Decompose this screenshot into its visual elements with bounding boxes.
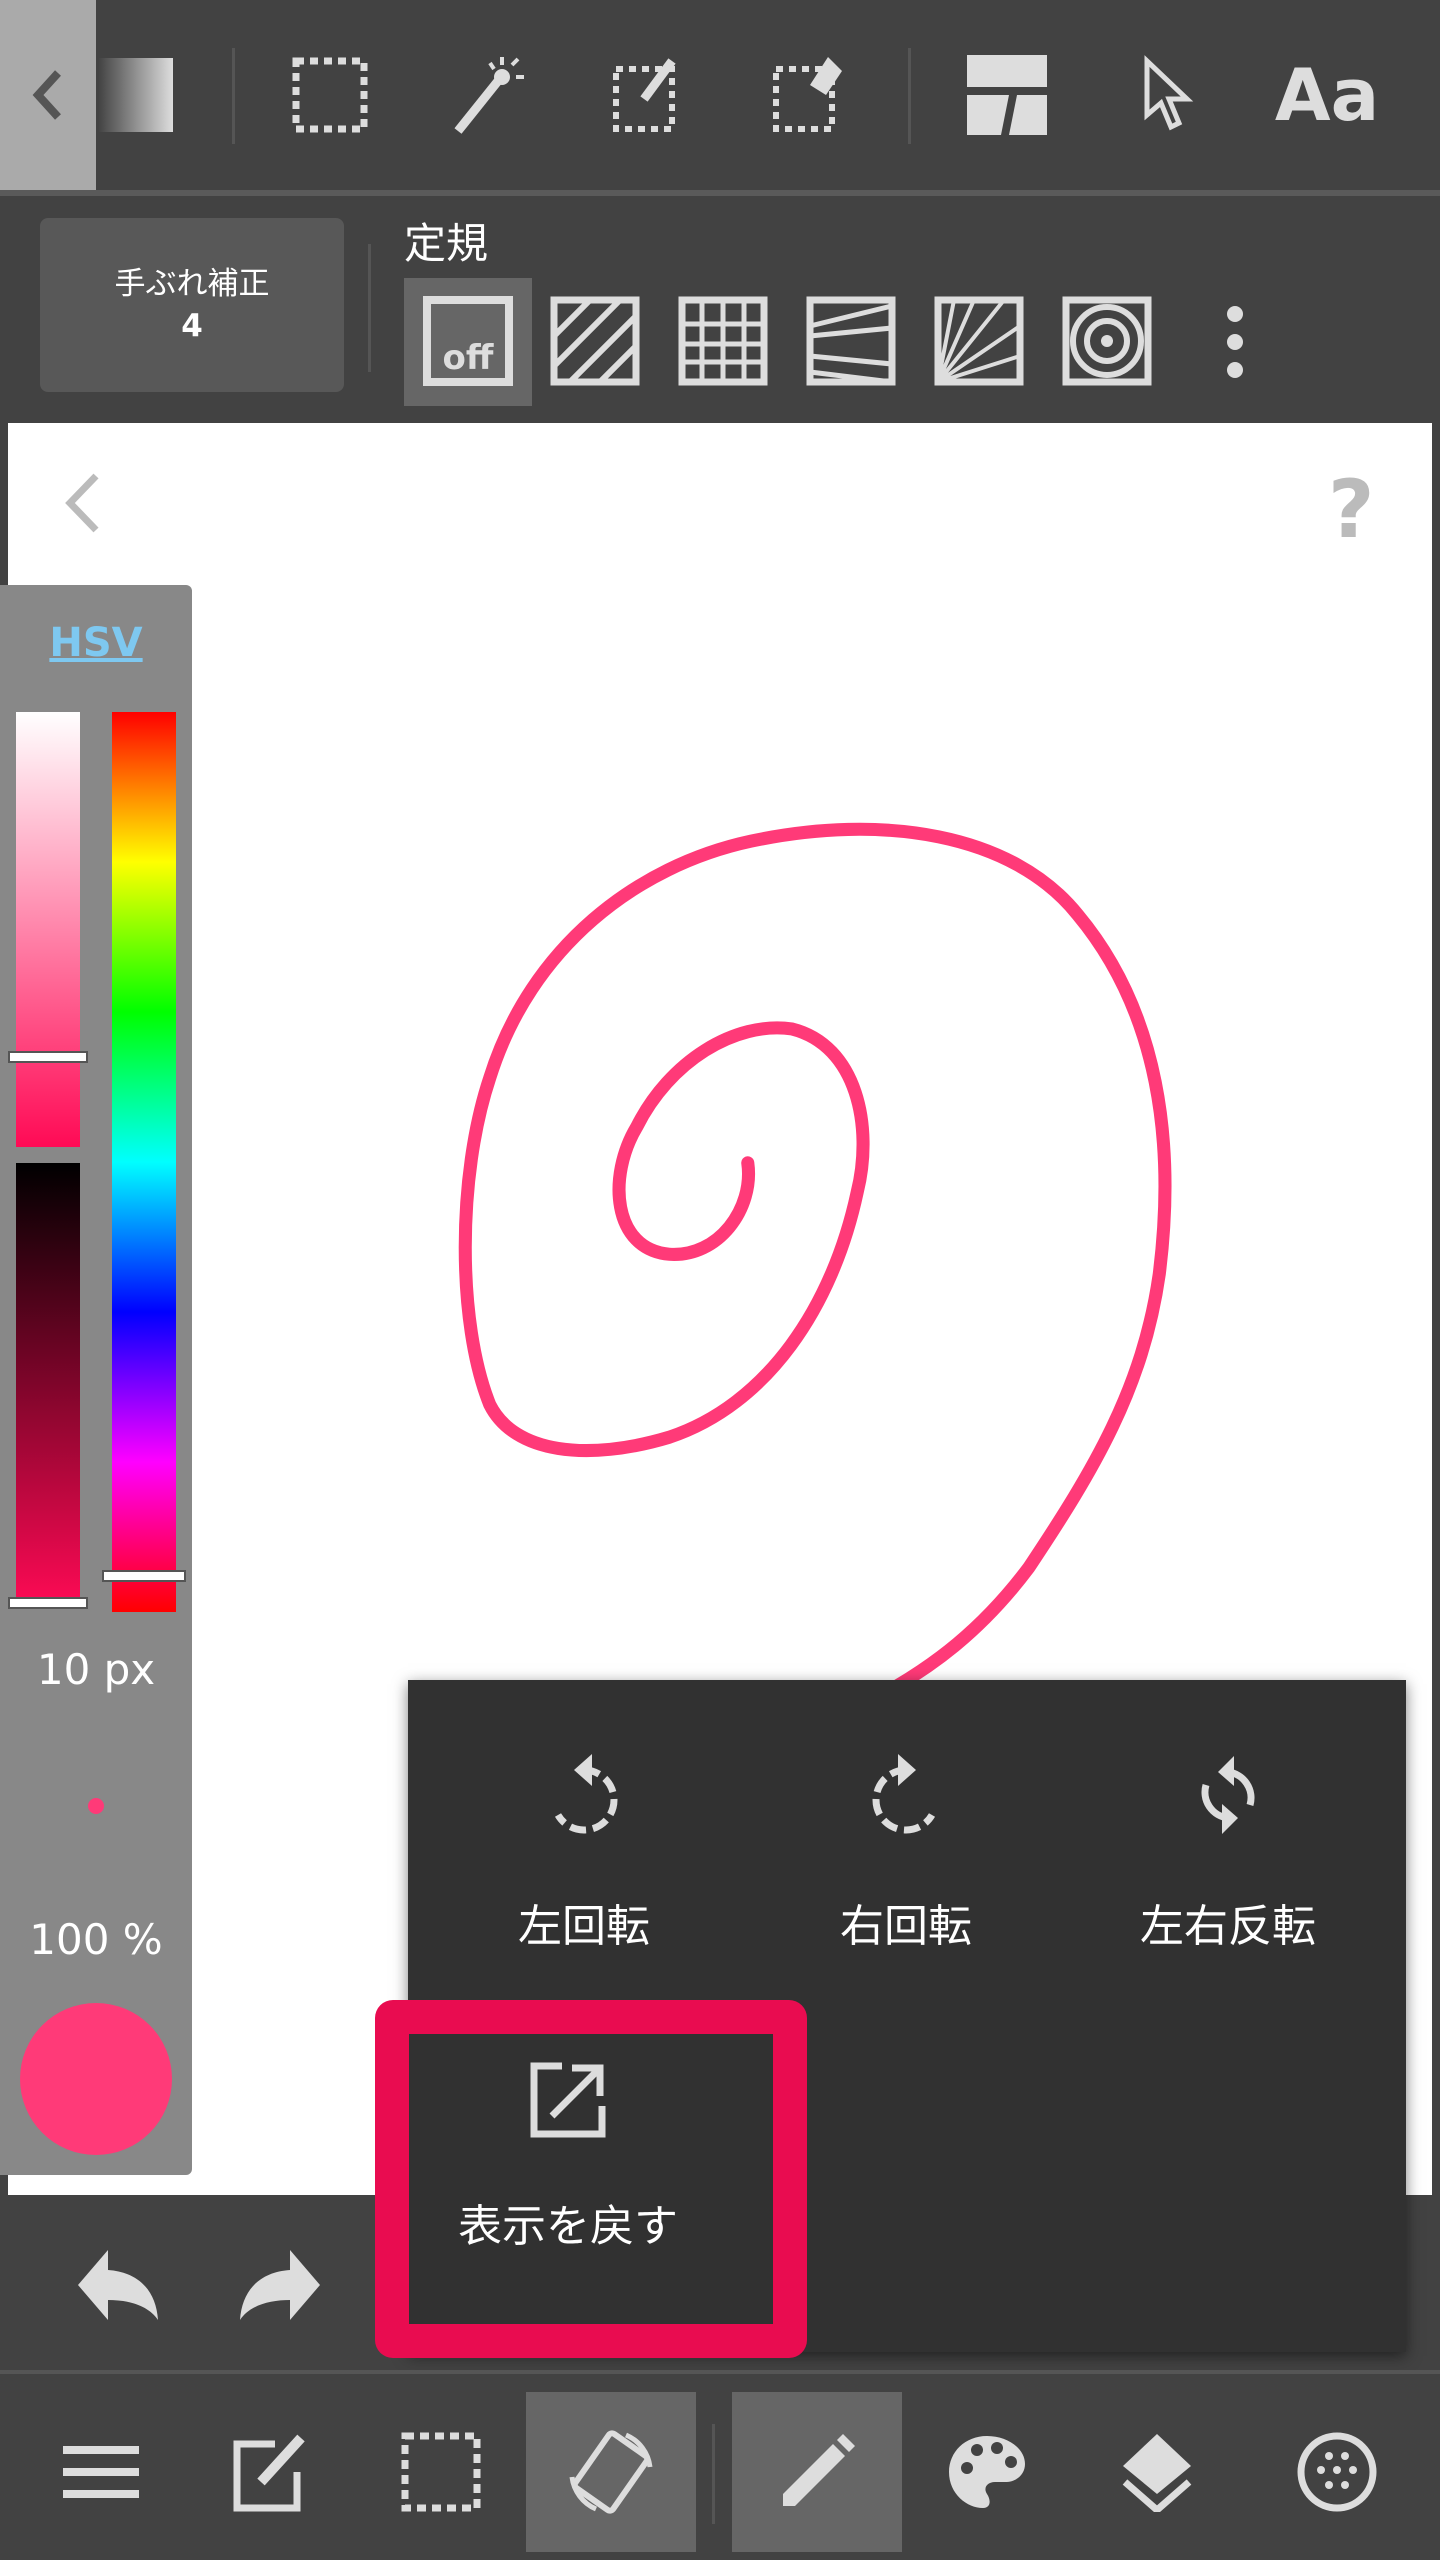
undo-icon[interactable] (78, 2250, 158, 2324)
selection-icon[interactable] (356, 2392, 526, 2552)
brush-size-preview (88, 1798, 104, 1814)
current-color-swatch[interactable] (20, 2003, 172, 2155)
panel-frame-icon[interactable] (952, 40, 1062, 150)
gradient-swatch-icon[interactable] (96, 40, 176, 150)
magic-wand-icon[interactable] (435, 40, 545, 150)
color-panel: HSV 10 px 100 % (0, 585, 192, 2175)
value-handle[interactable] (8, 1597, 88, 1609)
materials-icon[interactable] (1252, 2392, 1422, 2552)
saturation-handle[interactable] (8, 1051, 88, 1063)
ruler-grid-icon[interactable] (678, 296, 768, 386)
stabilizer-value: 4 (181, 308, 203, 344)
layers-icon[interactable] (1072, 2392, 1242, 2552)
flip-horizontal-button[interactable]: 左右反転 (1068, 1750, 1388, 1954)
rotate-left-icon (554, 1754, 618, 1834)
hue-slider[interactable] (112, 712, 176, 1612)
edit-icon[interactable] (186, 2392, 356, 2552)
collapse-toolbar-button[interactable] (0, 0, 96, 190)
text-tool-button[interactable]: Aa (1272, 40, 1382, 150)
ruler-off-button[interactable]: off (423, 296, 513, 386)
tool-options-bar: 手ぶれ補正 4 定規 off (0, 196, 1440, 420)
ruler-perspective-icon[interactable] (806, 296, 896, 386)
palette-icon[interactable] (902, 2392, 1072, 2552)
opacity-value[interactable]: 100 % (0, 1915, 192, 1964)
stabilizer-button[interactable]: 手ぶれ補正 4 (40, 218, 344, 392)
redo-icon[interactable] (240, 2250, 320, 2324)
rotate-right-icon (872, 1754, 936, 1834)
stabilizer-label: 手ぶれ補正 (114, 266, 270, 302)
flip-horizontal-icon (1201, 1756, 1255, 1834)
rotate-right-button[interactable]: 右回転 (746, 1750, 1066, 1954)
select-rect-icon[interactable] (275, 40, 385, 150)
select-pen-icon[interactable] (595, 40, 705, 150)
menu-icon[interactable] (16, 2392, 186, 2552)
bottom-navigation (0, 2370, 1440, 2560)
top-toolbar: Aa (0, 0, 1440, 190)
more-options-icon[interactable] (1220, 304, 1250, 384)
highlight-frame (375, 2000, 807, 2358)
brush-size-value[interactable]: 10 px (0, 1645, 192, 1694)
help-icon[interactable]: ? (1328, 463, 1374, 556)
hue-handle[interactable] (102, 1570, 186, 1582)
panel-back-icon[interactable] (58, 468, 108, 542)
rotate-view-icon[interactable] (526, 2392, 696, 2552)
value-slider[interactable] (16, 1163, 80, 1608)
saturation-slider[interactable] (16, 712, 80, 1147)
select-eraser-icon[interactable] (755, 40, 865, 150)
pointer-icon[interactable] (1112, 40, 1222, 150)
rotate-left-button[interactable]: 左回転 (424, 1750, 744, 1954)
ruler-radial-icon[interactable] (934, 296, 1024, 386)
ruler-concentric-icon[interactable] (1062, 296, 1152, 386)
ruler-parallel-icon[interactable] (550, 296, 640, 386)
color-mode-toggle[interactable]: HSV (0, 620, 192, 666)
pen-icon[interactable] (732, 2392, 902, 2552)
chevron-left-icon (32, 70, 61, 120)
ruler-title: 定規 (404, 219, 489, 268)
